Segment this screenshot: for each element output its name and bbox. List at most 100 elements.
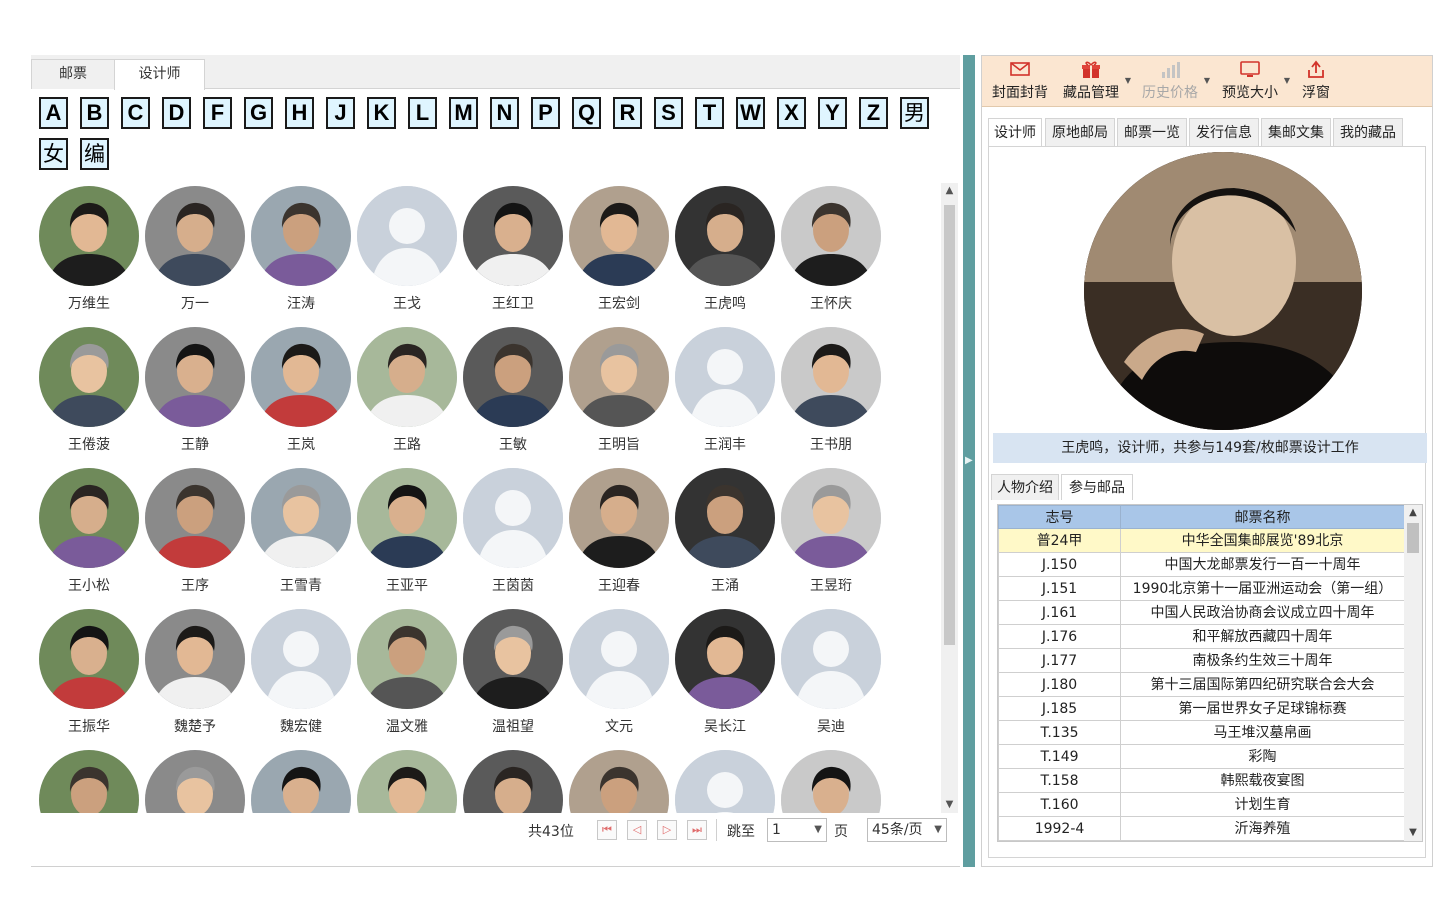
letter-filter-button[interactable]: N: [490, 97, 519, 129]
designer-card[interactable]: 王倦菠: [31, 324, 139, 454]
designer-card[interactable]: 王路: [349, 324, 457, 454]
next-page-icon[interactable]: ▷: [657, 820, 677, 840]
letter-filter-button[interactable]: H: [285, 97, 314, 129]
designer-photo[interactable]: [251, 186, 351, 286]
designer-photo[interactable]: [251, 750, 351, 813]
designer-photo[interactable]: [463, 609, 563, 709]
stamps-table-scrollbar[interactable]: ▲ ▼: [1404, 505, 1422, 841]
letter-filter-button[interactable]: T: [695, 97, 724, 129]
column-header-id[interactable]: 志号: [998, 505, 1121, 529]
designer-card[interactable]: [243, 747, 351, 813]
designer-card[interactable]: 王红卫: [455, 183, 563, 313]
scroll-down-arrow-icon[interactable]: ▼: [1404, 825, 1422, 841]
designer-card[interactable]: 王振华: [31, 606, 139, 736]
letter-filter-button[interactable]: 女: [39, 138, 68, 170]
letter-filter-button[interactable]: M: [449, 97, 478, 129]
designer-photo[interactable]: [145, 327, 245, 427]
designer-card[interactable]: 王小松: [31, 465, 139, 595]
dropdown-caret-icon[interactable]: ▼: [1284, 76, 1290, 85]
letter-filter-button[interactable]: A: [39, 97, 68, 129]
last-page-icon[interactable]: ⏭: [687, 820, 707, 840]
designer-photo[interactable]: [251, 327, 351, 427]
table-row[interactable]: T.149 彩陶: [998, 744, 1405, 769]
expand-arrow-icon[interactable]: ▶: [965, 455, 973, 466]
scroll-down-arrow-icon[interactable]: ▼: [941, 797, 958, 813]
tab-participated-stamps[interactable]: 参与邮品: [1061, 474, 1133, 500]
letter-filter-button[interactable]: X: [777, 97, 806, 129]
collection-button[interactable]: 藏品管理 ▼: [1061, 60, 1131, 104]
table-row[interactable]: J.180 第十三届国际第四纪研究联合会大会: [998, 672, 1405, 697]
designer-photo[interactable]: [357, 327, 457, 427]
float-window-button[interactable]: 浮窗: [1298, 60, 1334, 104]
tab-original-post-office[interactable]: 原地邮局: [1045, 118, 1115, 146]
designer-card[interactable]: [667, 747, 775, 813]
table-row[interactable]: J.176 和平解放西藏四十周年: [998, 624, 1405, 649]
designer-card[interactable]: 温祖望: [455, 606, 563, 736]
placeholder-avatar-icon[interactable]: [251, 609, 351, 709]
designer-photo[interactable]: [357, 750, 457, 813]
designer-photo[interactable]: [39, 468, 139, 568]
per-page-select[interactable]: 45条/页 ▼: [867, 818, 947, 842]
designer-photo[interactable]: [463, 750, 563, 813]
letter-filter-button[interactable]: Z: [859, 97, 888, 129]
table-row[interactable]: J.151 1990北京第十一届亚洲运动会（第一组）: [998, 576, 1405, 601]
designer-card[interactable]: [455, 747, 563, 813]
letter-filter-button[interactable]: R: [613, 97, 642, 129]
designer-card[interactable]: [137, 747, 245, 813]
letter-filter-button[interactable]: K: [367, 97, 396, 129]
designer-photo[interactable]: [357, 609, 457, 709]
first-page-icon[interactable]: ⏮: [597, 820, 617, 840]
prev-page-icon[interactable]: ◁: [627, 820, 647, 840]
designer-card[interactable]: 万维生: [31, 183, 139, 313]
designer-photo[interactable]: [251, 468, 351, 568]
tab-profile[interactable]: 人物介绍: [991, 474, 1059, 500]
designer-card[interactable]: 万一: [137, 183, 245, 313]
designer-card[interactable]: 王昱珩: [773, 465, 881, 595]
letter-filter-button[interactable]: 男: [900, 97, 929, 129]
placeholder-avatar-icon[interactable]: [463, 468, 563, 568]
designer-card[interactable]: 魏宏健: [243, 606, 351, 736]
designer-photo[interactable]: [781, 468, 881, 568]
designer-card[interactable]: 吴迪: [773, 606, 881, 736]
designer-card[interactable]: 王岚: [243, 324, 351, 454]
designer-photo[interactable]: [39, 750, 139, 813]
designer-card[interactable]: 温文雅: [349, 606, 457, 736]
column-header-name[interactable]: 邮票名称: [1120, 505, 1405, 529]
placeholder-avatar-icon[interactable]: [781, 609, 881, 709]
letter-filter-button[interactable]: W: [736, 97, 765, 129]
designer-card[interactable]: 吴长江: [667, 606, 775, 736]
dropdown-caret-icon[interactable]: ▼: [1125, 76, 1131, 85]
tab-stamp-overview[interactable]: 邮票一览: [1117, 118, 1187, 146]
designer-card[interactable]: 王戈: [349, 183, 457, 313]
designer-photo[interactable]: [569, 468, 669, 568]
placeholder-avatar-icon[interactable]: [357, 186, 457, 286]
letter-filter-button[interactable]: B: [80, 97, 109, 129]
placeholder-avatar-icon[interactable]: [569, 609, 669, 709]
designer-photo[interactable]: [145, 609, 245, 709]
designer-card[interactable]: 王虎鸣: [667, 183, 775, 313]
designer-photo[interactable]: [39, 327, 139, 427]
designer-photo[interactable]: [781, 327, 881, 427]
designer-photo[interactable]: [675, 609, 775, 709]
letter-filter-button[interactable]: S: [654, 97, 683, 129]
table-row[interactable]: 1992-4 沂海养殖: [998, 816, 1405, 841]
letter-filter-button[interactable]: L: [408, 97, 437, 129]
dropdown-caret-icon[interactable]: ▼: [1204, 76, 1210, 85]
letter-filter-button[interactable]: Q: [572, 97, 601, 129]
table-row[interactable]: J.150 中国大龙邮票发行一百一十周年: [998, 552, 1405, 577]
designer-photo[interactable]: [781, 186, 881, 286]
preview-size-button[interactable]: 预览大小 ▼: [1220, 60, 1290, 104]
designer-photo[interactable]: [675, 186, 775, 286]
placeholder-avatar-icon[interactable]: [675, 750, 775, 813]
designer-card[interactable]: [349, 747, 457, 813]
letter-filter-button[interactable]: D: [162, 97, 191, 129]
table-row[interactable]: 普24甲 中华全国集邮展览'89北京: [998, 528, 1405, 553]
table-row[interactable]: T.160 计划生育: [998, 792, 1405, 817]
tab-designer[interactable]: 设计师: [988, 118, 1042, 146]
designer-card[interactable]: 王宏剑: [561, 183, 669, 313]
designer-photo[interactable]: [463, 327, 563, 427]
price-history-button[interactable]: 历史价格 ▼: [1140, 60, 1210, 104]
letter-filter-button[interactable]: Y: [818, 97, 847, 129]
scroll-thumb[interactable]: [944, 205, 955, 645]
table-row[interactable]: T.158 韩熙载夜宴图: [998, 768, 1405, 793]
